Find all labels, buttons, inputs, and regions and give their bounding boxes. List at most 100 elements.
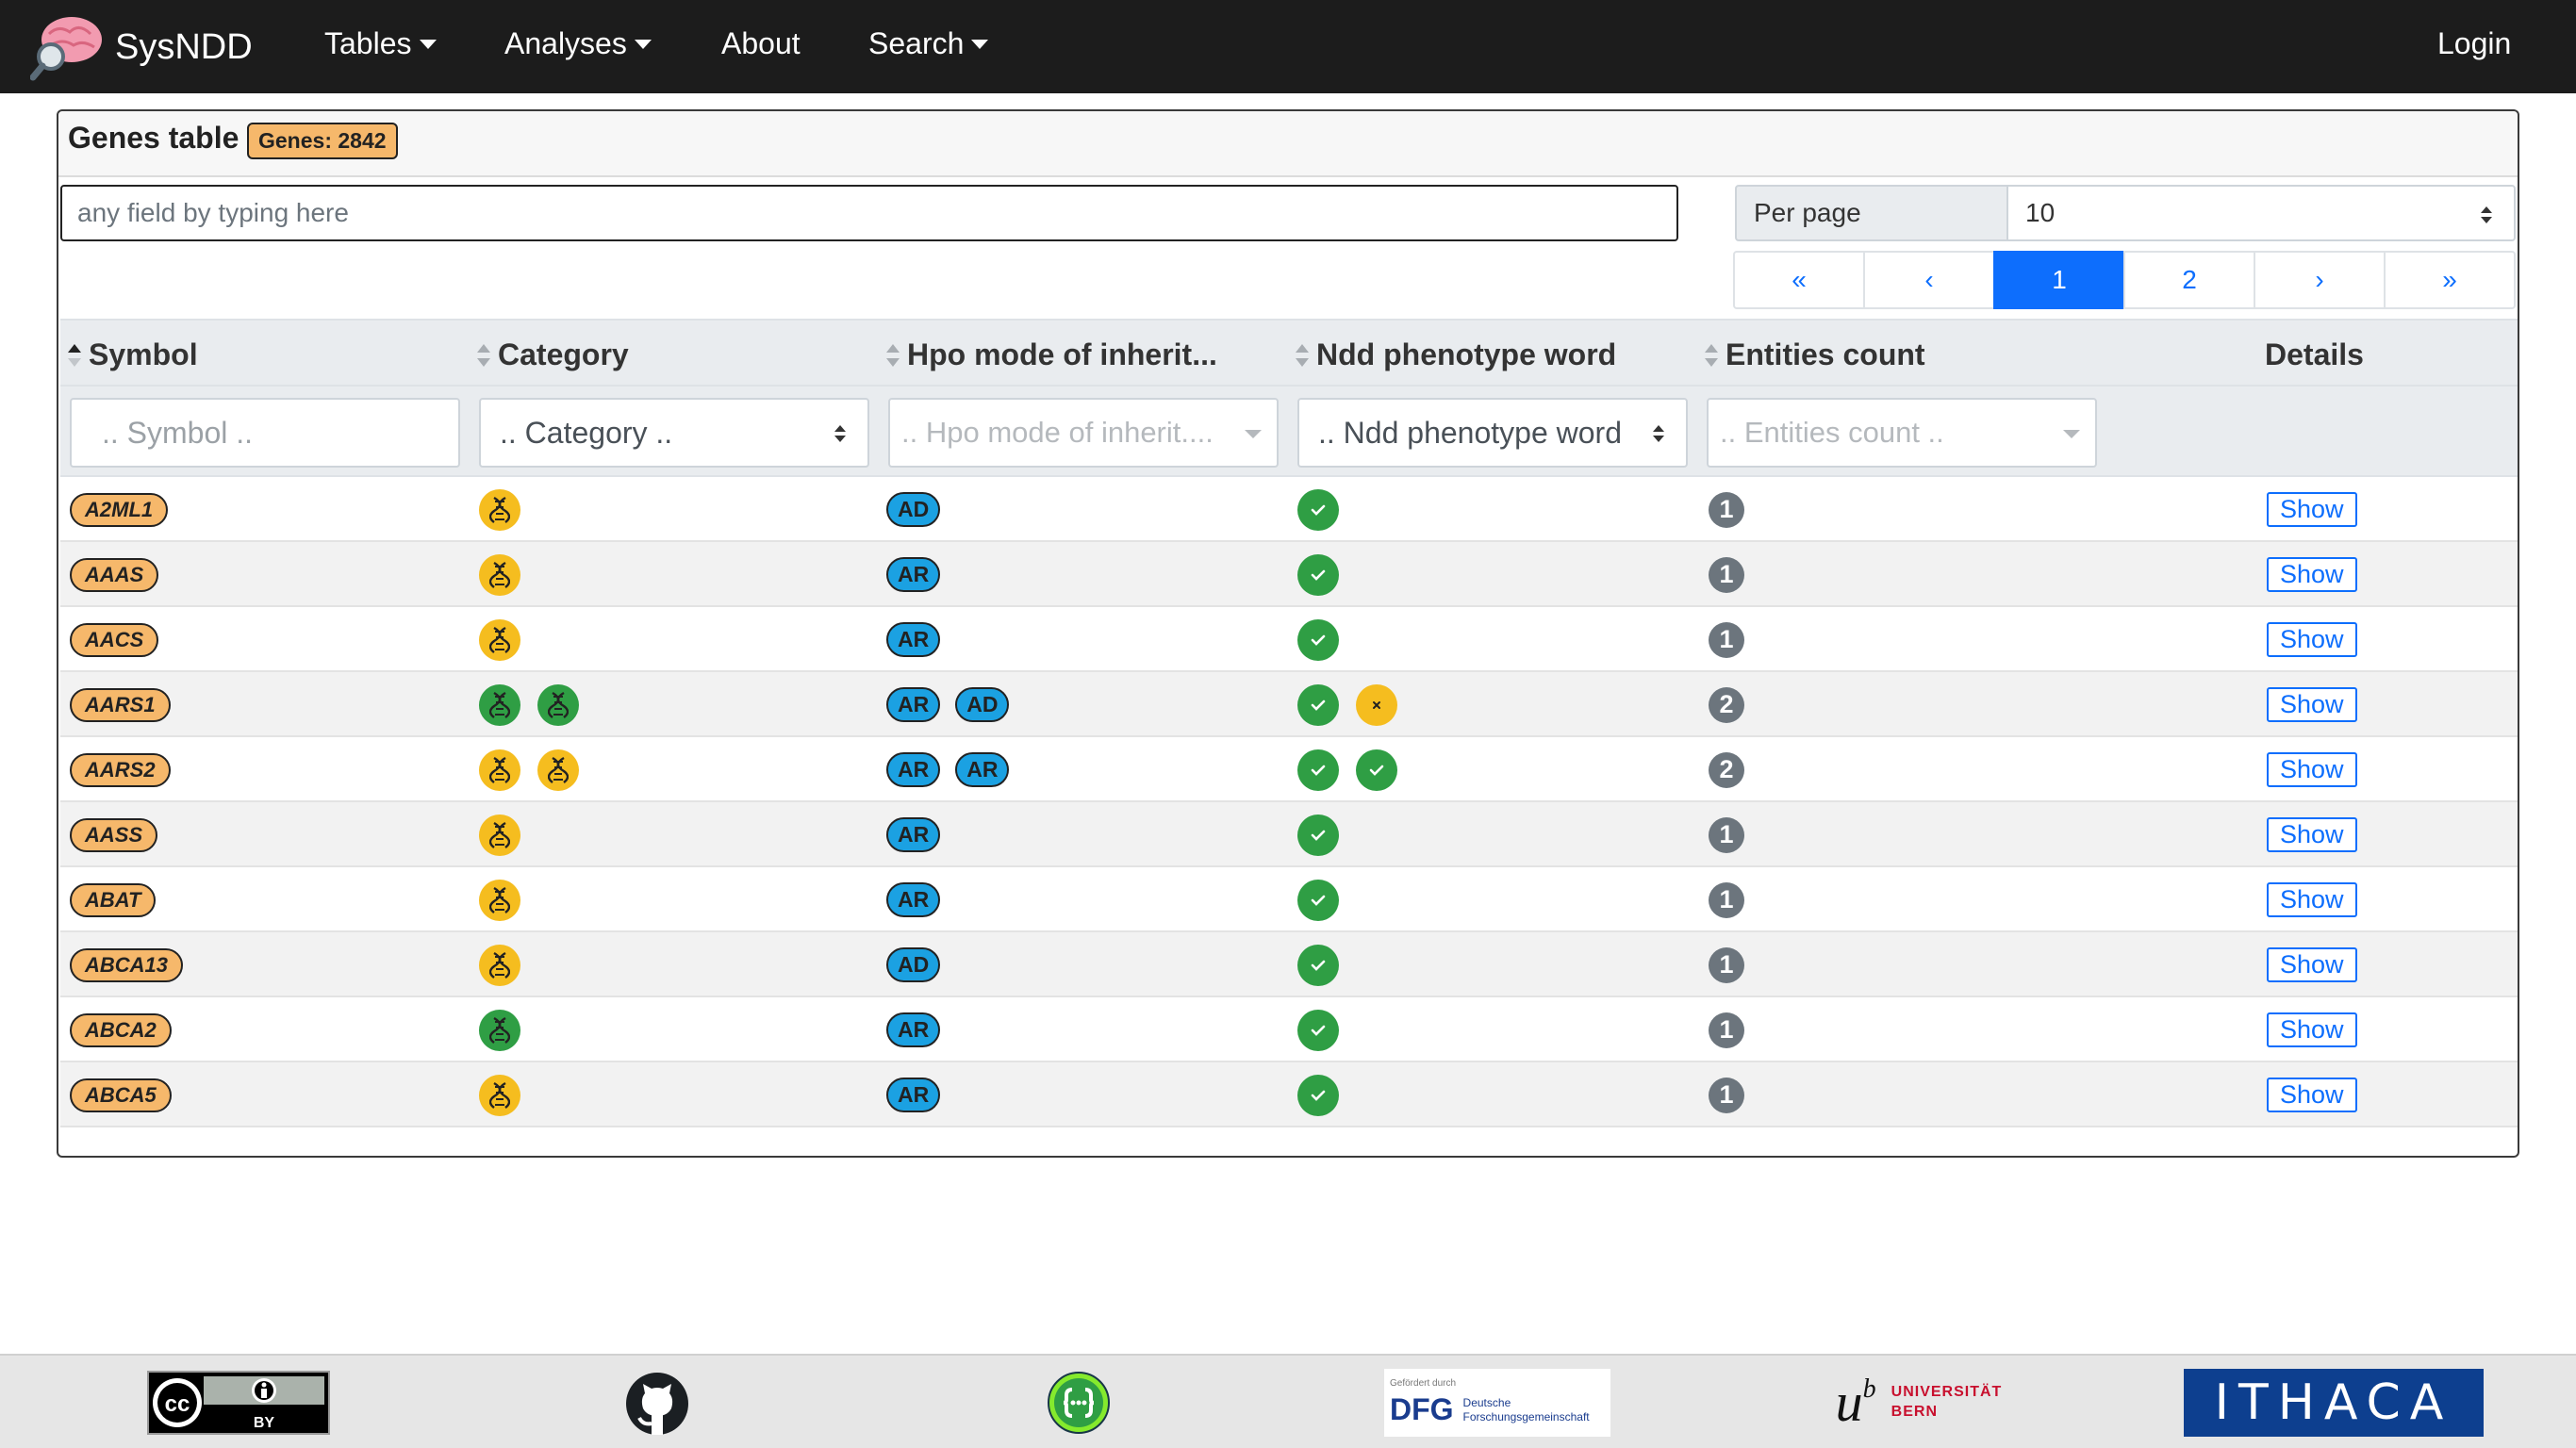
inheritance-badge: AR xyxy=(886,817,941,852)
nav-about-link[interactable]: About xyxy=(721,26,801,61)
symbol-cell: ABAT xyxy=(70,867,157,932)
api-icon[interactable] xyxy=(1047,1371,1111,1435)
swagger-api-icon xyxy=(1048,1372,1110,1434)
show-details-button[interactable]: Show xyxy=(2267,752,2357,787)
gene-symbol-badge[interactable]: AASS xyxy=(70,817,158,852)
page-2-button[interactable]: 2 xyxy=(2123,251,2255,309)
check-icon xyxy=(1297,879,1339,921)
show-details-button[interactable]: Show xyxy=(2267,687,2357,722)
gene-symbol-badge[interactable]: ABAT xyxy=(70,882,157,917)
check-icon xyxy=(1356,749,1397,791)
dna-category-icon xyxy=(479,814,520,856)
entities-count-badge: 1 xyxy=(1709,621,1744,658)
entities-filter-multiselect[interactable]: .. Entities count .. xyxy=(1707,398,2097,468)
cc-text: cc xyxy=(165,1391,190,1417)
inheritance-badge: AR xyxy=(886,622,941,657)
login-label: Login xyxy=(2437,26,2512,60)
gene-symbol-badge[interactable]: AACS xyxy=(70,622,159,657)
ndd-cell xyxy=(1297,997,1356,1062)
category-cell xyxy=(479,607,537,672)
details-cell: Show xyxy=(2267,932,2357,997)
dna-category-icon xyxy=(479,553,520,596)
show-details-button[interactable]: Show xyxy=(2267,817,2357,852)
page-next-button[interactable]: › xyxy=(2254,251,2386,309)
ithaca-text: ITHACA xyxy=(2214,1374,2453,1431)
nav-tables-dropdown[interactable]: Tables xyxy=(324,26,437,61)
col-hpo-header[interactable]: Hpo mode of inherit... xyxy=(884,337,1217,372)
gene-symbol-badge[interactable]: A2ML1 xyxy=(70,492,169,527)
per-page-value: 10 xyxy=(2025,198,2056,227)
nav-about-label: About xyxy=(721,26,801,60)
dna-category-icon xyxy=(479,749,520,791)
dfg-wordmark: DFG Deutsche Forschungsgemeinschaft xyxy=(1390,1392,1590,1427)
inheritance-badge: AD xyxy=(886,492,941,527)
col-category-header[interactable]: Category xyxy=(475,337,629,372)
github-icon[interactable] xyxy=(624,1371,690,1437)
cc-by-icon[interactable]: cc BY xyxy=(147,1371,330,1435)
show-details-button[interactable]: Show xyxy=(2267,1078,2357,1112)
brand-link[interactable]: SysNDD xyxy=(30,11,253,83)
col-ndd-header[interactable]: Ndd phenotype word xyxy=(1294,337,1616,372)
login-link[interactable]: Login xyxy=(2437,26,2511,61)
unibe-logo[interactable]: u b UNIVERSITÄT BERN xyxy=(1820,1369,2018,1437)
page-prev-button[interactable]: ‹ xyxy=(1863,251,1995,309)
category-cell xyxy=(479,542,537,607)
symbol-cell: A2ML1 xyxy=(70,477,169,542)
show-details-button[interactable]: Show xyxy=(2267,882,2357,917)
category-filter-value: .. Category .. xyxy=(500,415,673,450)
ndd-filter-select[interactable]: .. Ndd phenotype word xyxy=(1297,398,1688,468)
dfg-small-text: Gefördert durch xyxy=(1390,1378,1457,1389)
category-cell xyxy=(479,802,537,867)
ithaca-logo[interactable]: ITHACA xyxy=(2184,1369,2484,1437)
entities-count-badge: 1 xyxy=(1709,556,1744,593)
dna-category-icon xyxy=(479,618,520,661)
entities-count-badge: 1 xyxy=(1709,491,1744,528)
category-filter-select[interactable]: .. Category .. xyxy=(479,398,869,468)
ndd-cell xyxy=(1297,802,1356,867)
col-entities-header[interactable]: Entities count xyxy=(1703,337,1925,372)
page-first-button[interactable]: « xyxy=(1733,251,1865,309)
check-icon xyxy=(1297,749,1339,791)
dfg-logo[interactable]: Gefördert durch DFG Deutsche Forschungsg… xyxy=(1384,1369,1610,1437)
page-1-button[interactable]: 1 xyxy=(1993,251,2125,309)
per-page-select[interactable]: 10 xyxy=(2006,185,2516,241)
show-details-button[interactable]: Show xyxy=(2267,622,2357,657)
gene-symbol-badge[interactable]: AARS1 xyxy=(70,687,171,722)
nav-analyses-dropdown[interactable]: Analyses xyxy=(504,26,652,61)
gene-symbol-badge[interactable]: ABCA2 xyxy=(70,1012,172,1047)
table-row: ABCA2 AR 1 Show xyxy=(60,997,2518,1062)
page-last-button[interactable]: » xyxy=(2384,251,2516,309)
hpo-filter-multiselect[interactable]: .. Hpo mode of inherit.... xyxy=(888,398,1279,468)
symbol-filter-input[interactable]: .. Symbol .. xyxy=(70,398,460,468)
gene-symbol-badge[interactable]: ABCA5 xyxy=(70,1078,172,1112)
entities-count-badge: 1 xyxy=(1709,816,1744,853)
show-details-button[interactable]: Show xyxy=(2267,1012,2357,1047)
entities-count-badge: 2 xyxy=(1709,751,1744,788)
dna-category-icon xyxy=(479,683,520,726)
entities-cell: 1 xyxy=(1709,997,1744,1062)
gene-symbol-badge[interactable]: ABCA13 xyxy=(70,947,184,982)
unibe-u: u xyxy=(1835,1372,1863,1433)
dfg-subtitle: Deutsche Forschungsgemeinschaft xyxy=(1463,1396,1590,1423)
chevron-down-icon xyxy=(971,39,989,49)
col-symbol-header[interactable]: Symbol xyxy=(66,337,198,372)
symbol-cell: AARS1 xyxy=(70,672,171,737)
entities-cell: 2 xyxy=(1709,737,1744,802)
gene-symbol-badge[interactable]: AAAS xyxy=(70,557,159,592)
inheritance-badge: AR xyxy=(886,752,941,787)
gene-symbol-badge[interactable]: AARS2 xyxy=(70,752,171,787)
hpo-cell: AR xyxy=(886,867,955,932)
nav-search-label: Search xyxy=(868,26,965,60)
nav-search-dropdown[interactable]: Search xyxy=(868,26,989,61)
show-details-button[interactable]: Show xyxy=(2267,947,2357,982)
col-details-label: Details xyxy=(2265,337,2364,371)
check-icon xyxy=(1297,814,1339,856)
details-cell: Show xyxy=(2267,802,2357,867)
show-details-button[interactable]: Show xyxy=(2267,492,2357,527)
genes-table-card: Genes table Genes: 2842 any field by typ… xyxy=(57,109,2519,1158)
global-filter-input[interactable]: any field by typing here xyxy=(60,185,1678,241)
dna-category-icon xyxy=(479,879,520,921)
footer: cc BY Gefördert durch DFG Deutsche Forsc… xyxy=(0,1354,2576,1448)
sort-icon xyxy=(477,343,490,367)
show-details-button[interactable]: Show xyxy=(2267,557,2357,592)
